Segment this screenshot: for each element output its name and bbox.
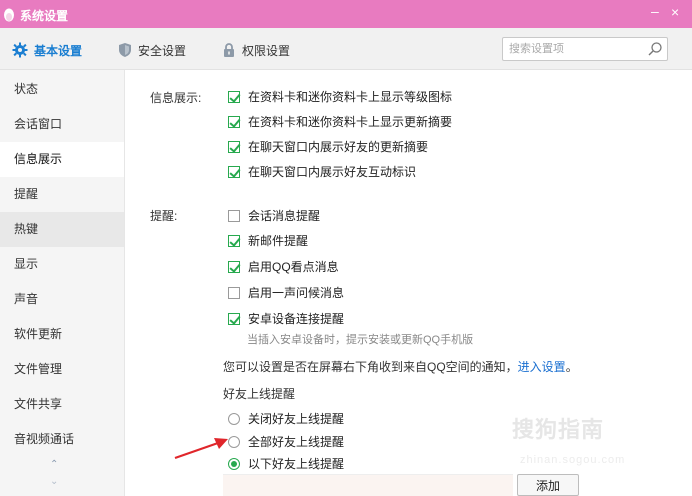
sidebar-item-chat-window[interactable]: 会话窗口 xyxy=(0,107,124,142)
qzone-notice-end: 。 xyxy=(565,360,578,374)
checkbox-label: 安卓设备连接提醒 xyxy=(248,312,345,326)
lock-icon xyxy=(224,43,234,57)
sidebar-item-sound[interactable]: 声音 xyxy=(0,282,124,317)
radio-unselected-icon xyxy=(228,412,240,425)
sidebar-item-hotkeys[interactable]: 热键 xyxy=(0,212,124,247)
checkbox-label: 启用QQ看点消息 xyxy=(248,260,339,274)
checkbox-label: 启用一声问候消息 xyxy=(248,286,345,300)
checkbox-show-update-summary-chat[interactable]: 在聊天窗口内展示好友的更新摘要 xyxy=(228,138,428,155)
checkbox-show-update-summary-card[interactable]: 在资料卡和迷你资料卡上显示更新摘要 xyxy=(228,113,452,130)
tab-label: 权限设置 xyxy=(242,43,291,58)
checkbox-session-message-reminder[interactable]: 会话消息提醒 xyxy=(228,207,320,224)
add-friend-button[interactable]: 添加 xyxy=(517,474,579,496)
checkbox-label: 在资料卡和迷你资料卡上显示等级图标 xyxy=(248,90,453,104)
close-button[interactable]: × xyxy=(671,4,679,20)
checkbox-show-interaction-marks[interactable]: 在聊天窗口内展示好友互动标识 xyxy=(228,163,416,180)
gear-icon xyxy=(12,42,28,58)
checkbox-checked-icon xyxy=(228,165,240,178)
watermark-logo: 搜狗指南 xyxy=(512,417,605,442)
radio-label: 全部好友上线提醒 xyxy=(248,435,345,449)
sidebar-item-status[interactable]: 状态 xyxy=(0,72,124,107)
checkbox-label: 会话消息提醒 xyxy=(248,209,321,223)
tab-label: 基本设置 xyxy=(34,43,83,58)
reminders-label: 提醒: xyxy=(150,209,178,223)
search-box xyxy=(502,37,668,61)
enter-settings-link[interactable]: 进入设置 xyxy=(518,360,566,374)
checkbox-unchecked-icon xyxy=(228,286,240,299)
scroll-up-icon[interactable]: ⌃ xyxy=(50,459,64,470)
checkbox-show-level-icon[interactable]: 在资料卡和迷你资料卡上显示等级图标 xyxy=(228,88,452,105)
search-icon[interactable] xyxy=(647,41,663,57)
sidebar-item-display[interactable]: 显示 xyxy=(0,247,124,282)
tab-permission-settings[interactable]: 权限设置 xyxy=(222,40,290,60)
search-input[interactable] xyxy=(503,38,637,60)
sidebar: 状态 会话窗口 信息展示 提醒 热键 显示 声音 软件更新 文件管理 文件共享 … xyxy=(0,70,125,496)
tab-security-settings[interactable]: 安全设置 xyxy=(118,40,186,60)
qzone-notice-text: 您可以设置是否在屏幕右下角收到来自QQ空间的通知， xyxy=(223,360,518,374)
tab-basic-settings[interactable]: 基本设置 xyxy=(12,40,82,60)
checkbox-checked-icon xyxy=(228,260,240,273)
checkbox-label: 在聊天窗口内展示好友的更新摘要 xyxy=(248,140,429,154)
tab-label: 安全设置 xyxy=(138,43,187,58)
friend-list-box[interactable] xyxy=(223,474,513,496)
checkbox-checked-icon xyxy=(228,234,240,247)
watermark-url: zhinan.sogou.com xyxy=(520,454,626,466)
checkbox-label: 在资料卡和迷你资料卡上显示更新摘要 xyxy=(248,115,453,129)
radio-close-friend-online[interactable]: 关闭好友上线提醒 xyxy=(228,410,344,427)
sidebar-item-software-update[interactable]: 软件更新 xyxy=(0,317,124,352)
sidebar-item-info-display[interactable]: 信息展示 xyxy=(0,142,124,177)
qzone-notice: 您可以设置是否在屏幕右下角收到来自QQ空间的通知，进入设置。 xyxy=(223,358,578,375)
checkbox-checked-icon xyxy=(228,90,240,103)
window-title: 系统设置 xyxy=(20,9,69,23)
minimize-button[interactable]: – xyxy=(651,3,659,19)
scroll-down-icon[interactable]: ⌄ xyxy=(50,476,64,487)
radio-all-friends-online[interactable]: 全部好友上线提醒 xyxy=(228,433,344,450)
info-display-label: 信息展示: xyxy=(150,91,202,105)
shield-icon xyxy=(119,43,131,57)
penguin-logo-icon xyxy=(4,8,14,22)
checkbox-android-connect[interactable]: 安卓设备连接提醒 xyxy=(228,310,344,327)
checkbox-label: 新邮件提醒 xyxy=(248,234,309,248)
checkbox-checked-icon xyxy=(228,312,240,325)
friend-online-title: 好友上线提醒 xyxy=(223,387,296,401)
sidebar-item-av-call[interactable]: 音视频通话 xyxy=(0,422,124,457)
checkbox-label: 在聊天窗口内展示好友互动标识 xyxy=(248,165,417,179)
checkbox-new-mail-reminder[interactable]: 新邮件提醒 xyxy=(228,232,308,249)
radio-label: 以下好友上线提醒 xyxy=(248,457,345,471)
checkbox-qq-kandian[interactable]: 启用QQ看点消息 xyxy=(228,258,339,275)
sidebar-item-file-sharing[interactable]: 文件共享 xyxy=(0,387,124,422)
android-connect-hint: 当插入安卓设备时，提示安装或更新QQ手机版 xyxy=(247,334,474,346)
checkbox-checked-icon xyxy=(228,140,240,153)
checkbox-unchecked-icon xyxy=(228,209,240,222)
title-bar: 系统设置 – × xyxy=(0,0,692,28)
checkbox-greeting-message[interactable]: 启用一声问候消息 xyxy=(228,284,344,301)
sidebar-item-file-management[interactable]: 文件管理 xyxy=(0,352,124,387)
radio-selected-friends-online[interactable]: 以下好友上线提醒 xyxy=(228,455,344,472)
checkbox-checked-icon xyxy=(228,115,240,128)
annotation-arrow-icon xyxy=(174,438,228,460)
radio-label: 关闭好友上线提醒 xyxy=(248,412,345,426)
tab-bar: 基本设置 安全设置 权限设置 xyxy=(0,28,692,70)
sidebar-item-reminders[interactable]: 提醒 xyxy=(0,177,124,212)
